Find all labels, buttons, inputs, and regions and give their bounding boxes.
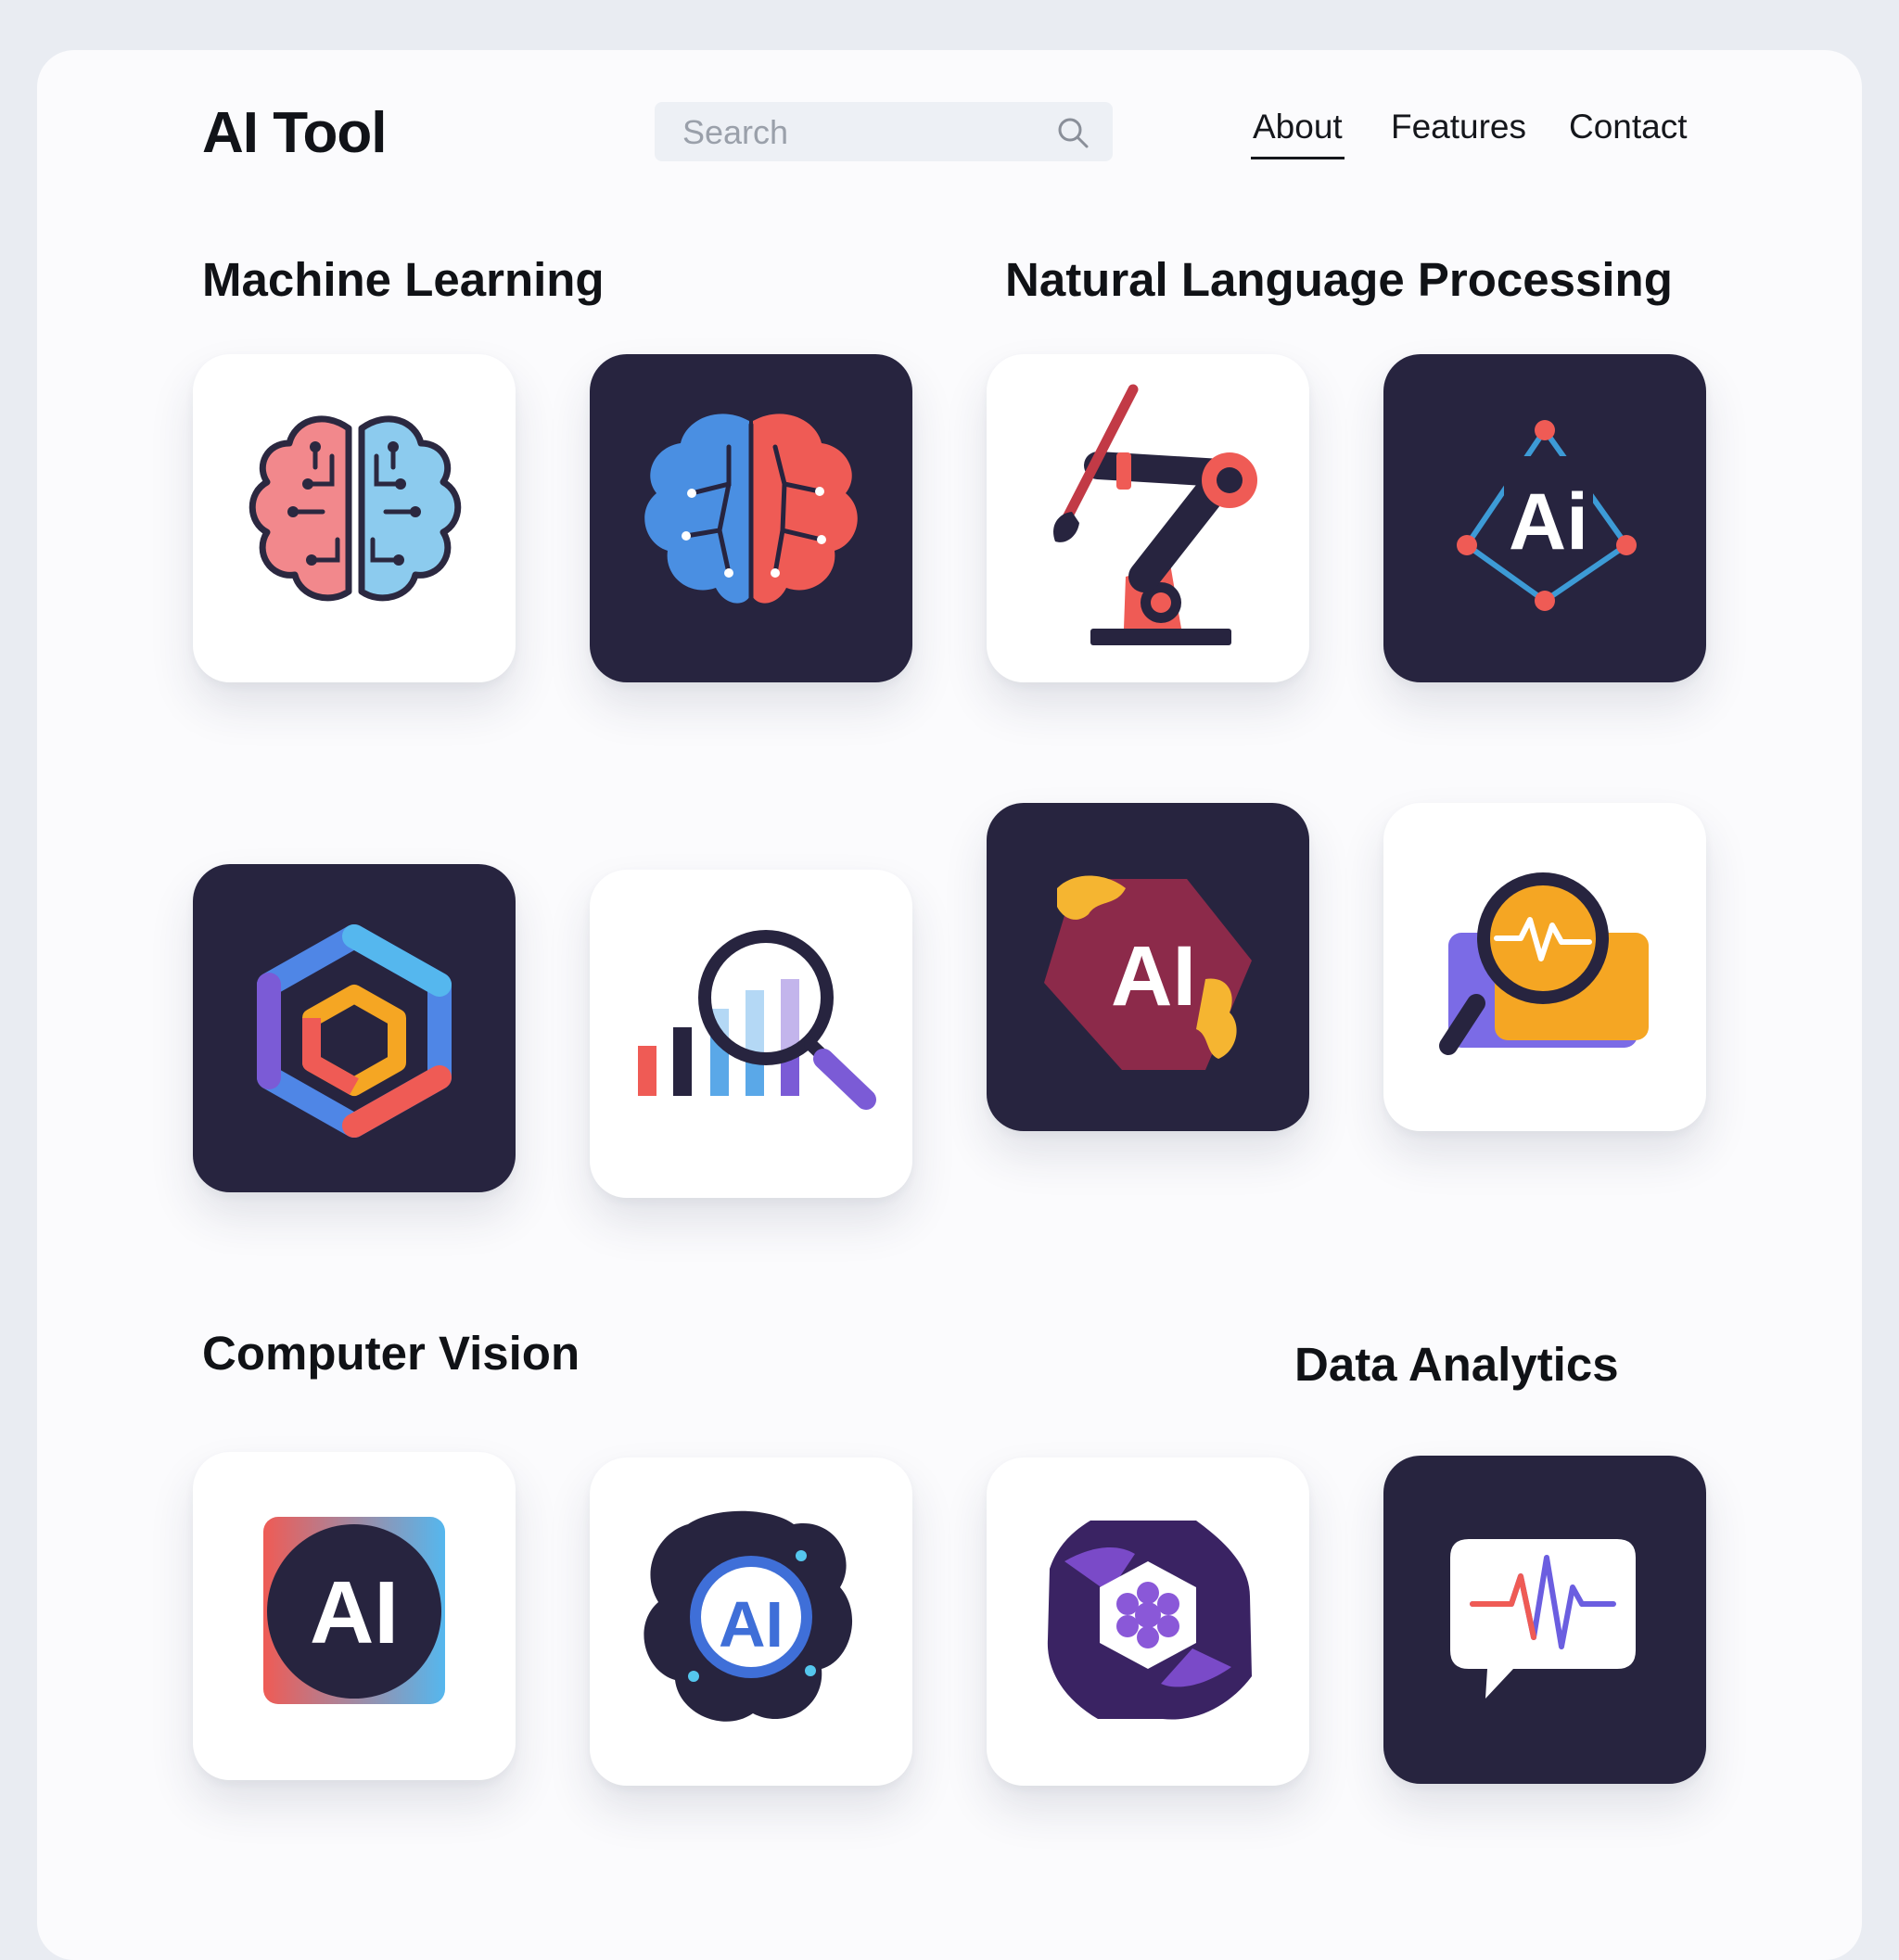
section-title-computer-vision: Computer Vision (202, 1327, 580, 1380)
ai-blob-icon: AI (644, 1510, 853, 1722)
tile-flower-hexagon[interactable] (987, 1457, 1309, 1786)
ai-tag-icon: AI (1044, 875, 1252, 1070)
section-title-data-analytics: Data Analytics (1294, 1338, 1619, 1391)
nav-features[interactable]: Features (1391, 108, 1526, 146)
chat-pulse-icon (1450, 1539, 1636, 1699)
robot-arm-paintbrush-icon (1053, 384, 1257, 645)
search-bar[interactable] (655, 102, 1113, 163)
tile-ai-square[interactable]: AI (193, 1452, 516, 1780)
tile-brain-network[interactable] (590, 354, 912, 682)
tile-ai-tag[interactable]: AI (987, 803, 1309, 1131)
tile-brain-circuit[interactable] (193, 354, 516, 682)
ai-square-icon: AI (263, 1517, 445, 1704)
brain-circuit-icon (249, 415, 462, 602)
tile-ai-blob[interactable]: AI (590, 1457, 912, 1786)
ai-blob-text: AI (719, 1588, 784, 1661)
brain-network-icon (644, 414, 858, 604)
search-input[interactable] (681, 102, 1037, 163)
section-title-nlp: Natural Language Processing (1005, 253, 1673, 306)
section-title-machine-learning: Machine Learning (202, 253, 605, 306)
app-logo[interactable]: AI Tool (202, 100, 387, 166)
nav-about[interactable]: About (1251, 108, 1345, 159)
ai-square-text: AI (310, 1563, 399, 1662)
hexagon-logo-icon (257, 924, 452, 1138)
nav-contact[interactable]: Contact (1569, 108, 1688, 146)
flower-hexagon-icon (1047, 1521, 1252, 1720)
tile-ai-nodes[interactable]: Ai (1383, 354, 1706, 682)
tile-chat-pulse[interactable] (1383, 1456, 1706, 1784)
tile-bar-chart-search[interactable] (590, 870, 912, 1198)
tile-robot-arm[interactable] (987, 354, 1309, 682)
ai-tag-text: AI (1111, 929, 1196, 1024)
ai-nodes-text: Ai (1509, 477, 1588, 566)
bar-chart-magnifier-icon (638, 930, 876, 1110)
ai-nodes-icon: Ai (1457, 420, 1637, 611)
tile-hexagon[interactable] (193, 864, 516, 1192)
search-icon[interactable] (1055, 115, 1090, 150)
tile-pulse-magnifier[interactable] (1383, 803, 1706, 1131)
pulse-magnifier-icon (1439, 872, 1649, 1055)
